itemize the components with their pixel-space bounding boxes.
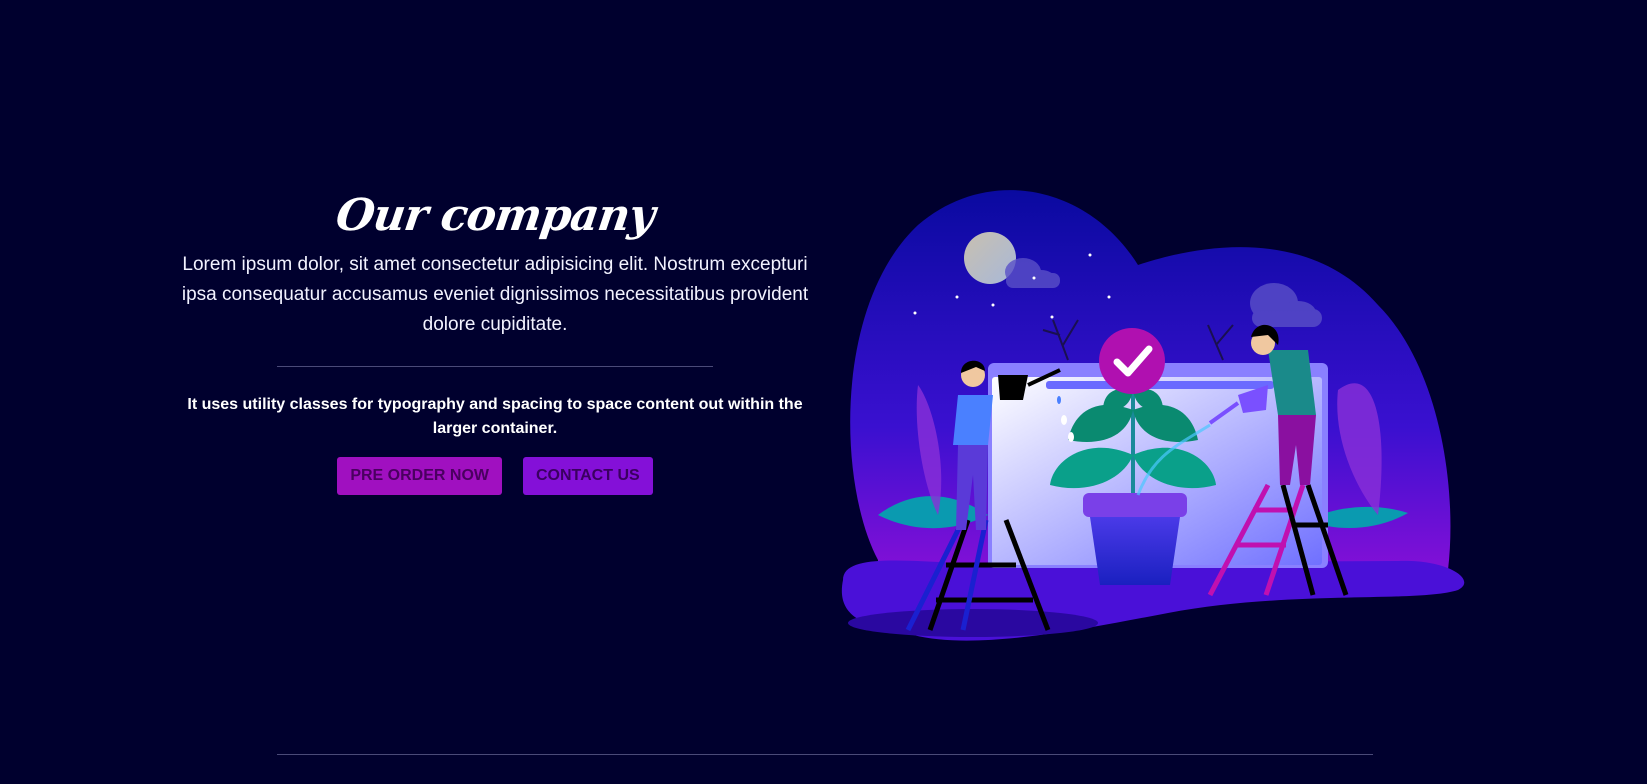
hero-buttons: PRE ORDER NOW CONTACT US	[180, 457, 810, 495]
check-badge	[1099, 328, 1165, 394]
plant-pot	[1090, 517, 1180, 585]
pre-order-button[interactable]: PRE ORDER NOW	[337, 457, 502, 495]
browser-bar	[1046, 381, 1274, 389]
bottom-divider	[277, 754, 1373, 755]
hero-section: Our company Lorem ipsum dolor, sit amet …	[180, 190, 810, 495]
watering-can-icon	[998, 375, 1028, 400]
hero-illustration	[841, 190, 1465, 641]
pot-rim	[1083, 493, 1187, 517]
ground-shadow	[848, 609, 1098, 637]
page-title: Our company	[332, 190, 658, 241]
section-divider	[277, 366, 713, 367]
hero-subtext: It uses utility classes for typography a…	[187, 396, 803, 437]
contact-us-button[interactable]: CONTACT US	[522, 457, 653, 495]
hero-lead-text: Lorem ipsum dolor, sit amet consectetur …	[181, 254, 809, 335]
